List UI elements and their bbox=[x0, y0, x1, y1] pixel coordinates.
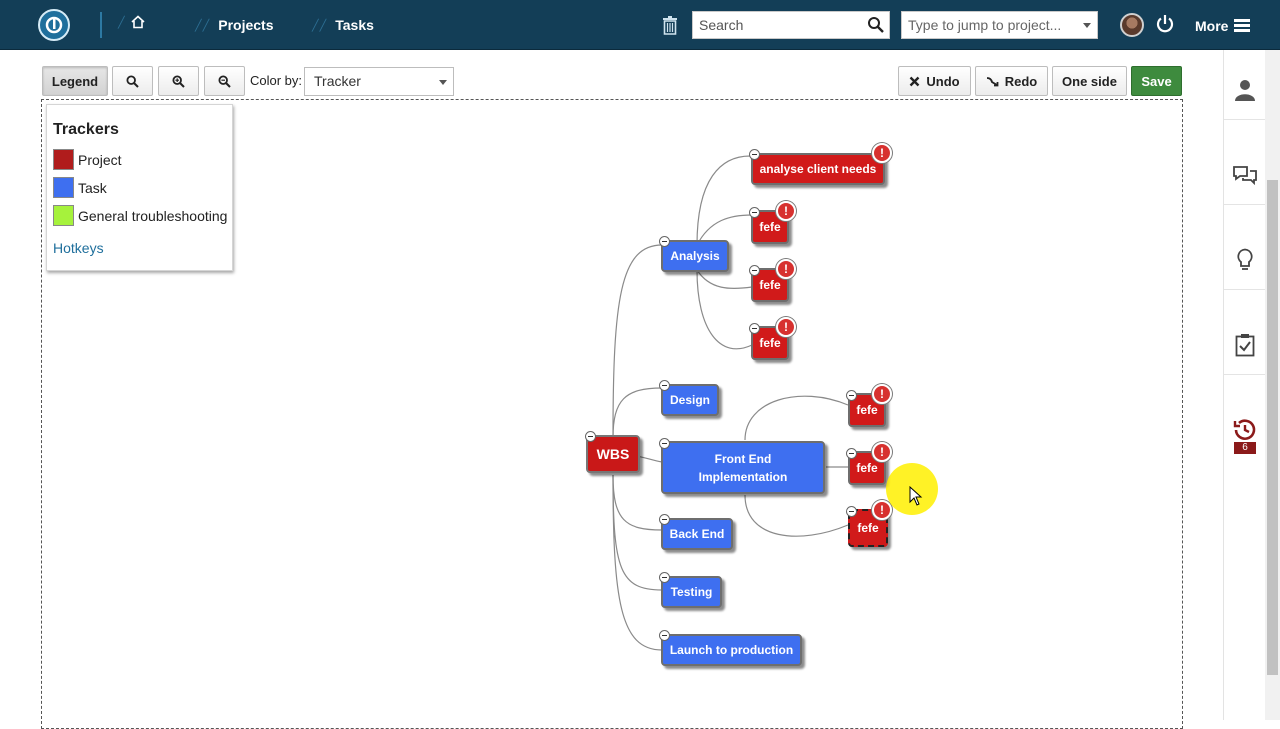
mindmap-node-launch[interactable]: Launch to production bbox=[661, 634, 802, 666]
collapse-toggle-icon[interactable] bbox=[749, 323, 760, 334]
warning-icon[interactable]: ! bbox=[776, 317, 796, 337]
warning-icon[interactable]: ! bbox=[776, 201, 796, 221]
warning-icon[interactable]: ! bbox=[872, 384, 892, 404]
legend-item-project: Project bbox=[53, 149, 122, 170]
collapse-toggle-icon[interactable] bbox=[659, 236, 670, 247]
rail-user-button[interactable] bbox=[1224, 60, 1266, 120]
node-label: WBS bbox=[596, 446, 630, 462]
clipboard-check-icon bbox=[1235, 333, 1255, 356]
node-label: analyse client needs bbox=[759, 162, 877, 176]
collapse-toggle-icon[interactable] bbox=[659, 380, 670, 391]
hotkeys-link[interactable]: Hotkeys bbox=[53, 240, 104, 256]
legend-item-task: Task bbox=[53, 177, 107, 198]
node-label: Back End bbox=[669, 527, 725, 541]
user-icon bbox=[1235, 79, 1255, 101]
mouse-cursor-icon bbox=[909, 486, 923, 506]
mindmap-node-analysis[interactable]: Analysis bbox=[661, 240, 729, 272]
warning-icon[interactable]: ! bbox=[776, 259, 796, 279]
rail-ideas-button[interactable] bbox=[1224, 230, 1266, 290]
node-label: fefe bbox=[759, 220, 781, 234]
mindmap-node-design[interactable]: Design bbox=[661, 384, 719, 416]
node-label: fefe bbox=[857, 521, 879, 535]
mindmap-node-testing[interactable]: Testing bbox=[661, 576, 722, 608]
legend-item-general-troubleshooting: General troubleshooting bbox=[53, 205, 227, 226]
collapse-toggle-icon[interactable] bbox=[846, 506, 857, 517]
legend-item-label: Project bbox=[78, 151, 122, 168]
collapse-toggle-icon[interactable] bbox=[846, 390, 857, 401]
legend-panel: Trackers Project Task General troublesho… bbox=[46, 104, 233, 271]
node-label: fefe bbox=[759, 336, 781, 350]
rail-chat-button[interactable] bbox=[1224, 145, 1266, 205]
legend-title: Trackers bbox=[53, 121, 119, 138]
node-label: Front End Implementation bbox=[698, 451, 788, 484]
node-label: Analysis bbox=[670, 249, 720, 263]
mindmap-node-root[interactable]: WBS bbox=[586, 435, 640, 473]
mindmap-node-analyse-client-needs[interactable]: analyse client needs bbox=[751, 153, 885, 185]
collapse-toggle-icon[interactable] bbox=[585, 431, 596, 442]
warning-icon[interactable]: ! bbox=[872, 500, 892, 520]
warning-icon[interactable]: ! bbox=[872, 442, 892, 462]
legend-item-label: Task bbox=[78, 179, 107, 196]
collapse-toggle-icon[interactable] bbox=[749, 265, 760, 276]
node-label: fefe bbox=[759, 278, 781, 292]
right-sidebar: 6 bbox=[1223, 50, 1266, 720]
collapse-toggle-icon[interactable] bbox=[846, 448, 857, 459]
lightbulb-icon bbox=[1237, 248, 1253, 270]
node-label: Design bbox=[669, 393, 710, 407]
legend-swatch bbox=[53, 205, 74, 226]
clock-history-icon bbox=[1233, 419, 1256, 440]
page-scrollbar-thumb[interactable] bbox=[1267, 180, 1278, 675]
legend-item-label: General troubleshooting bbox=[78, 207, 228, 224]
node-label: Launch to production bbox=[669, 643, 794, 657]
rail-tasks-button[interactable] bbox=[1224, 315, 1266, 375]
node-label: fefe bbox=[856, 461, 878, 475]
legend-swatch bbox=[53, 149, 74, 170]
collapse-toggle-icon[interactable] bbox=[659, 572, 670, 583]
collapse-toggle-icon[interactable] bbox=[749, 149, 760, 160]
legend-swatch bbox=[53, 177, 74, 198]
mindmap-node-back-end[interactable]: Back End bbox=[661, 518, 733, 550]
chat-bubbles-icon bbox=[1233, 165, 1257, 185]
node-label: fefe bbox=[856, 403, 878, 417]
collapse-toggle-icon[interactable] bbox=[749, 207, 760, 218]
collapse-toggle-icon[interactable] bbox=[659, 438, 670, 449]
mindmap-node-front-end[interactable]: Front End Implementation bbox=[661, 441, 825, 494]
timelog-count-badge: 6 bbox=[1234, 442, 1256, 454]
node-label: Testing bbox=[670, 585, 713, 599]
warning-icon[interactable]: ! bbox=[872, 143, 892, 163]
collapse-toggle-icon[interactable] bbox=[659, 630, 670, 641]
collapse-toggle-icon[interactable] bbox=[659, 514, 670, 525]
